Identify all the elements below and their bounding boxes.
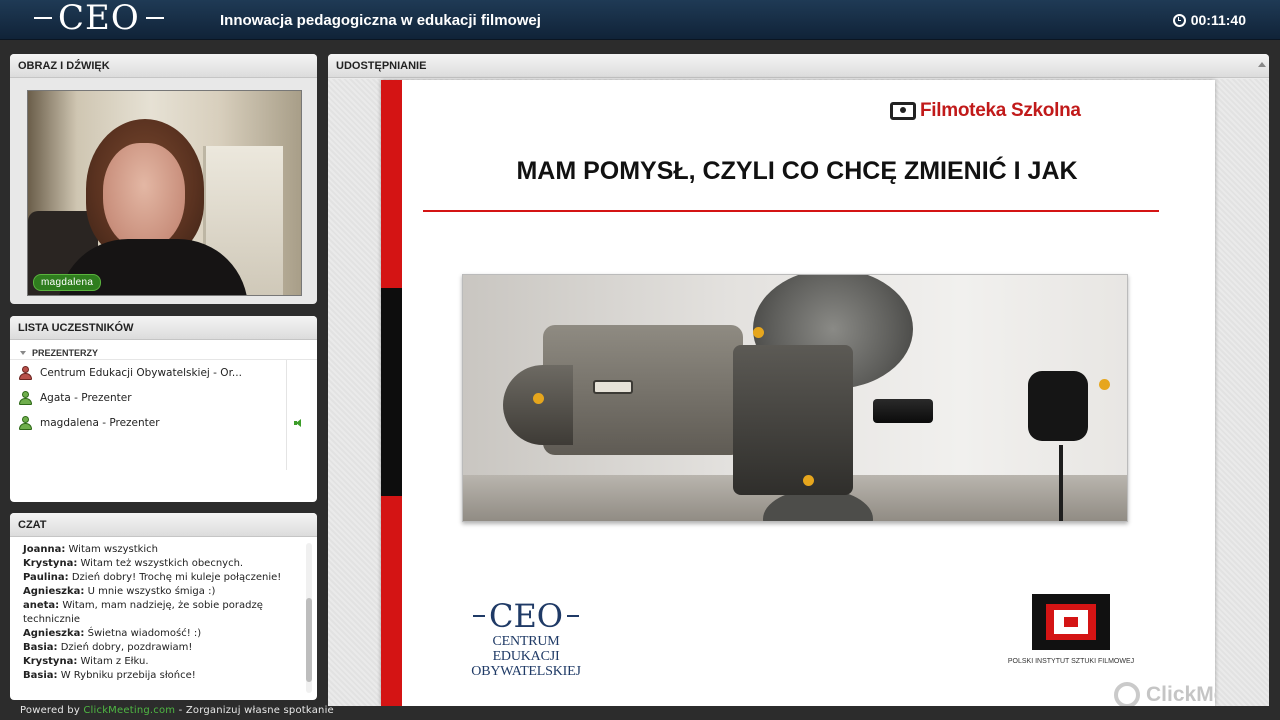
- participants-panel-title: LISTA UCZESTNIKÓW: [10, 316, 317, 340]
- pisf-logo: POLSKI INSTYTUT SZTUKI FILMOWEJ: [1001, 594, 1141, 665]
- chat-message: Basia: Dzień dobry, pozdrawiam!: [23, 642, 193, 653]
- chat-message: aneta: Witam, mam nadzieję, że sobie por…: [23, 600, 263, 625]
- participant-row[interactable]: magdalena - Prezenter: [10, 410, 317, 435]
- participant-name: Centrum Edukacji Obywatelskiej - Or...: [40, 366, 242, 379]
- top-bar: CEO Innowacja pedagogiczna w edukacji fi…: [0, 0, 1280, 40]
- participants-panel: LISTA UCZESTNIKÓW PREZENTERZY Centrum Ed…: [10, 316, 317, 502]
- film-projector-icon: [890, 102, 916, 120]
- chat-messages: Joanna: Witam wszystkich Krystyna: Witam…: [10, 537, 317, 683]
- chat-message: Krystyna: Witam też wszystkich obecnych.: [23, 558, 244, 569]
- chat-message: Basia: W Rybniku przebija słońce!: [23, 670, 196, 681]
- ceo-logo: CEO: [34, 0, 164, 36]
- timer-value: 00:11:40: [1190, 12, 1246, 28]
- webcam-video[interactable]: magdalena: [27, 90, 302, 296]
- participant-name: magdalena - Prezenter: [40, 416, 160, 429]
- speaker-icon: [294, 418, 302, 427]
- chat-panel-title: CZAT: [10, 513, 317, 537]
- participant-row[interactable]: Centrum Edukacji Obywatelskiej - Or...: [10, 360, 317, 385]
- presenters-group-label: PREZENTERZY: [32, 347, 99, 358]
- clock-icon: [1172, 13, 1186, 27]
- footer: Powered by ClickMeeting.com - Zorganizuj…: [20, 705, 334, 716]
- video-panel-title: OBRAZ I DŹWIĘK: [10, 54, 317, 78]
- clickmeeting-watermark: ClickMeeting: [1114, 682, 1215, 706]
- participant-row[interactable]: Agata - Prezenter: [10, 385, 317, 410]
- projector-photo: [462, 274, 1128, 522]
- chat-message: Agnieszka: U mnie wszystko śmiga :): [23, 586, 216, 597]
- meeting-timer: 00:11:40: [1172, 12, 1246, 28]
- participant-name: Agata - Prezenter: [40, 391, 132, 404]
- presenter-user-icon: [18, 365, 32, 380]
- chat-message: Joanna: Witam wszystkich: [23, 544, 159, 555]
- chat-message: Krystyna: Witam z Ełku.: [23, 656, 149, 667]
- video-user-name-badge: magdalena: [33, 274, 102, 291]
- collapse-triangle-icon: [20, 350, 26, 355]
- presenter-user-icon: [18, 415, 32, 430]
- clickmeeting-icon: [1114, 682, 1140, 706]
- chat-message: Agnieszka: Świetna wiadomość! :): [23, 628, 202, 639]
- chat-panel: CZAT Joanna: Witam wszystkich Krystyna: …: [10, 513, 317, 700]
- presenter-user-icon: [18, 390, 32, 405]
- presenters-group[interactable]: PREZENTERZY: [10, 340, 317, 360]
- clickmeeting-link[interactable]: ClickMeeting.com: [83, 705, 175, 716]
- scroll-up-arrow-icon[interactable]: [1258, 62, 1266, 67]
- slide-title: MAM POMYSŁ, CZYLI CO CHCĘ ZMIENIĆ I JAK: [516, 157, 1078, 185]
- ceo-slide-logo: CEO CENTRUM EDUKACJI OBYWATELSKIEJ: [471, 597, 581, 679]
- chat-scrollbar[interactable]: [306, 543, 312, 693]
- filmoteka-logo: Filmoteka Szkolna: [890, 100, 1081, 122]
- presentation-slide: Filmoteka Szkolna MAM POMYSŁ, CZYLI CO C…: [381, 80, 1215, 706]
- chat-scrollbar-thumb[interactable]: [306, 598, 312, 682]
- chat-message: Paulina: Dzień dobry! Trochę mi kuleje p…: [23, 572, 282, 583]
- video-panel: OBRAZ I DŹWIĘK magdalena: [10, 54, 317, 304]
- share-panel-title: UDOSTĘPNIANIE: [328, 54, 1269, 78]
- meeting-title: Innowacja pedagogiczna w edukacji filmow…: [220, 12, 541, 29]
- share-panel: UDOSTĘPNIANIE Filmoteka Szkolna MAM POMY…: [328, 54, 1269, 706]
